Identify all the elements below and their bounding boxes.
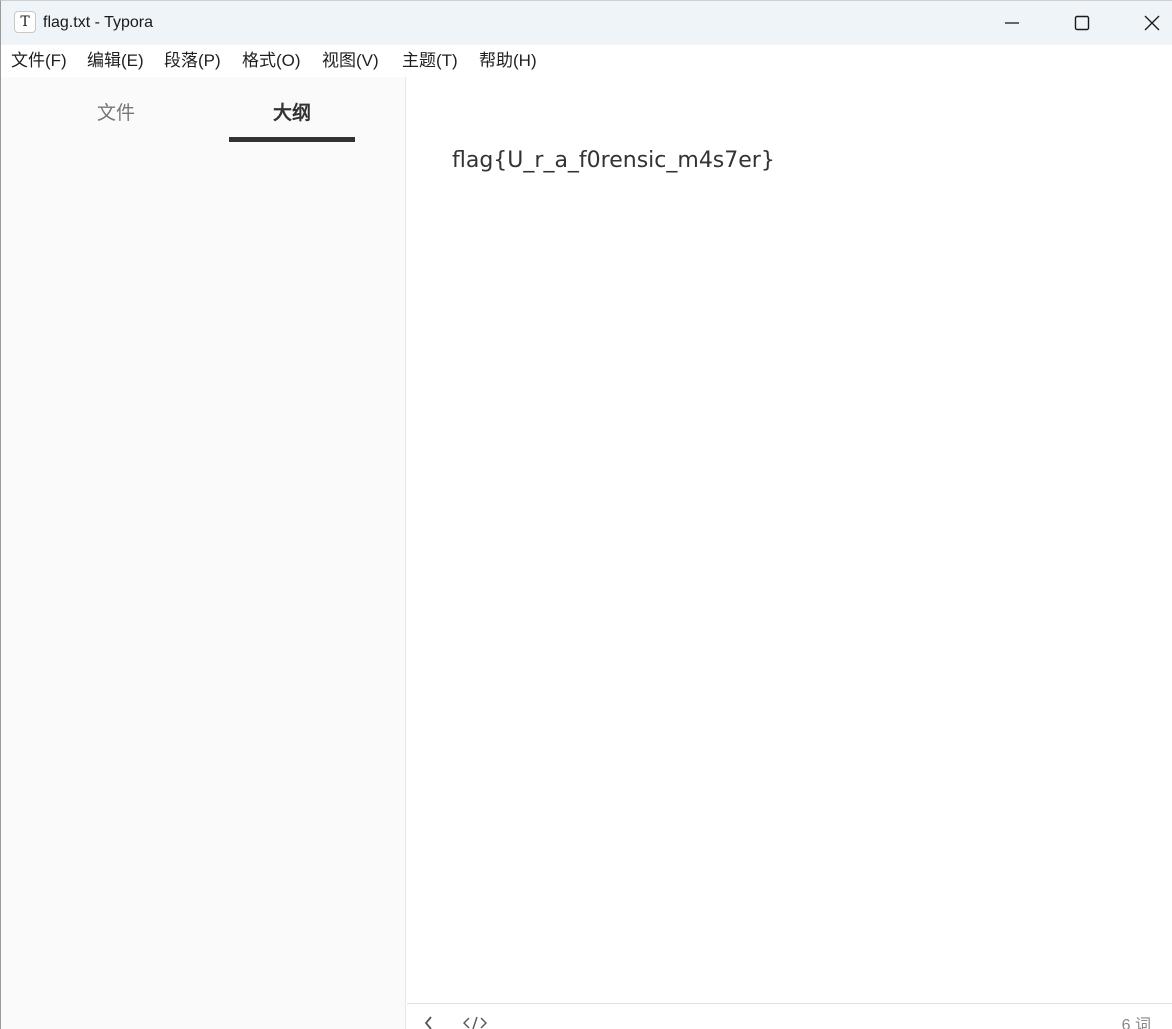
menu-file[interactable]: 文件(F) bbox=[11, 50, 67, 72]
minimize-button[interactable] bbox=[977, 1, 1047, 45]
word-count[interactable]: 6 词 bbox=[1122, 1016, 1151, 1029]
document-text[interactable]: flag{U_r_a_f0rensic_m4s7er} bbox=[452, 146, 775, 176]
menu-paragraph[interactable]: 段落(P) bbox=[164, 50, 221, 72]
maximize-button[interactable] bbox=[1047, 1, 1117, 45]
menu-format[interactable]: 格式(O) bbox=[242, 50, 301, 72]
source-code-icon[interactable] bbox=[463, 1016, 487, 1029]
title-bar[interactable]: T flag.txt - Typora bbox=[1, 1, 1172, 45]
close-icon bbox=[1144, 15, 1160, 31]
minimize-icon bbox=[1005, 22, 1019, 24]
menu-view[interactable]: 视图(V) bbox=[322, 50, 379, 72]
editor-area[interactable]: flag{U_r_a_f0rensic_m4s7er} bbox=[407, 77, 1172, 1003]
active-tab-indicator bbox=[229, 137, 355, 142]
menu-edit[interactable]: 编辑(E) bbox=[87, 50, 144, 72]
status-bar: 6 词 bbox=[407, 1003, 1172, 1029]
chevron-left-icon[interactable] bbox=[423, 1016, 435, 1029]
menu-help[interactable]: 帮助(H) bbox=[479, 50, 537, 72]
tab-files[interactable]: 文件 bbox=[61, 101, 171, 127]
typora-app-icon: T bbox=[14, 11, 36, 33]
tab-outline[interactable]: 大纲 bbox=[229, 101, 355, 127]
menu-theme[interactable]: 主题(T) bbox=[402, 50, 458, 72]
sidebar: 文件 大纲 bbox=[1, 77, 406, 1029]
close-button[interactable] bbox=[1117, 1, 1172, 45]
typora-window: T flag.txt - Typora 文件(F) 编辑(E) 段落(P) 格式… bbox=[0, 0, 1172, 1029]
maximize-icon bbox=[1074, 15, 1090, 31]
window-title: flag.txt - Typora bbox=[43, 14, 153, 31]
menu-bar: 文件(F) 编辑(E) 段落(P) 格式(O) 视图(V) 主题(T) 帮助(H… bbox=[1, 45, 1172, 77]
